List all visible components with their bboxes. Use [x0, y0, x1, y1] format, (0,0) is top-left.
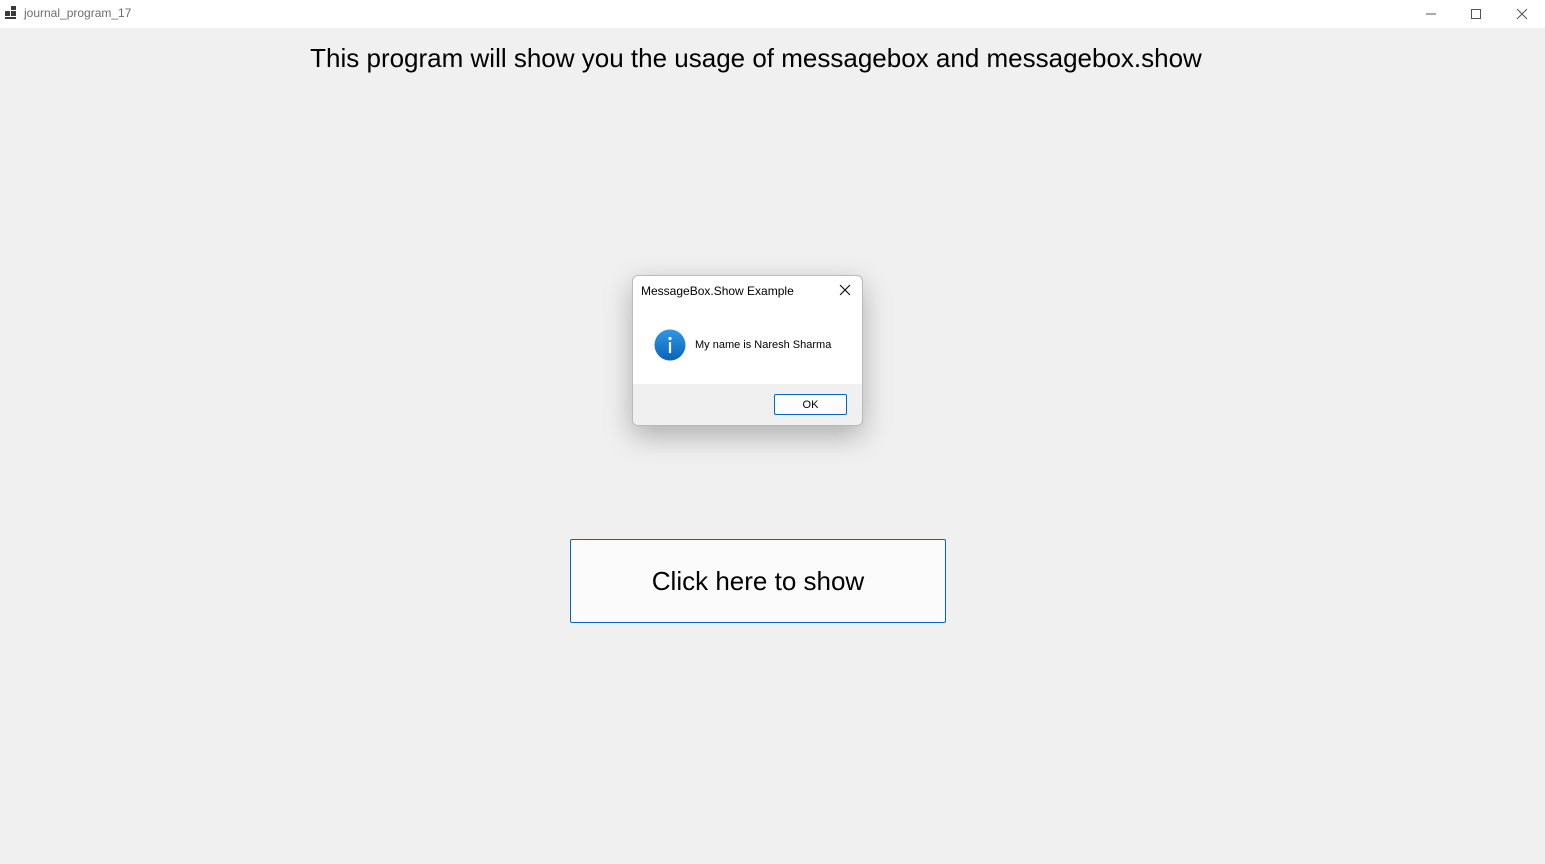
maximize-button[interactable] — [1453, 0, 1499, 28]
window-close-button[interactable] — [1499, 0, 1545, 28]
ok-button[interactable]: OK — [774, 394, 847, 415]
close-icon — [839, 284, 851, 296]
dialog-title: MessageBox.Show Example — [641, 284, 794, 298]
minimize-icon — [1426, 13, 1436, 15]
show-button-label: Click here to show — [651, 565, 865, 596]
info-icon — [654, 329, 686, 361]
app-icon — [5, 6, 18, 19]
page-heading: This program will show you the usage of … — [310, 43, 1202, 73]
close-icon — [1516, 8, 1528, 20]
ok-button-label: OK — [802, 398, 819, 411]
show-messagebox-button[interactable]: Click here to show — [570, 539, 946, 623]
message-box-dialog: MessageBox.Show Example My name is Nares… — [632, 275, 863, 426]
minimize-button[interactable] — [1408, 0, 1454, 28]
dialog-close-button[interactable] — [837, 282, 853, 298]
app-window: journal_program_17 This program will sho… — [0, 0, 1545, 864]
dialog-footer: OK — [633, 384, 862, 425]
window-title: journal_program_17 — [24, 6, 132, 20]
dialog-message: My name is Naresh Sharma — [695, 339, 832, 351]
maximize-icon — [1471, 9, 1481, 19]
title-bar: journal_program_17 — [0, 0, 1545, 28]
